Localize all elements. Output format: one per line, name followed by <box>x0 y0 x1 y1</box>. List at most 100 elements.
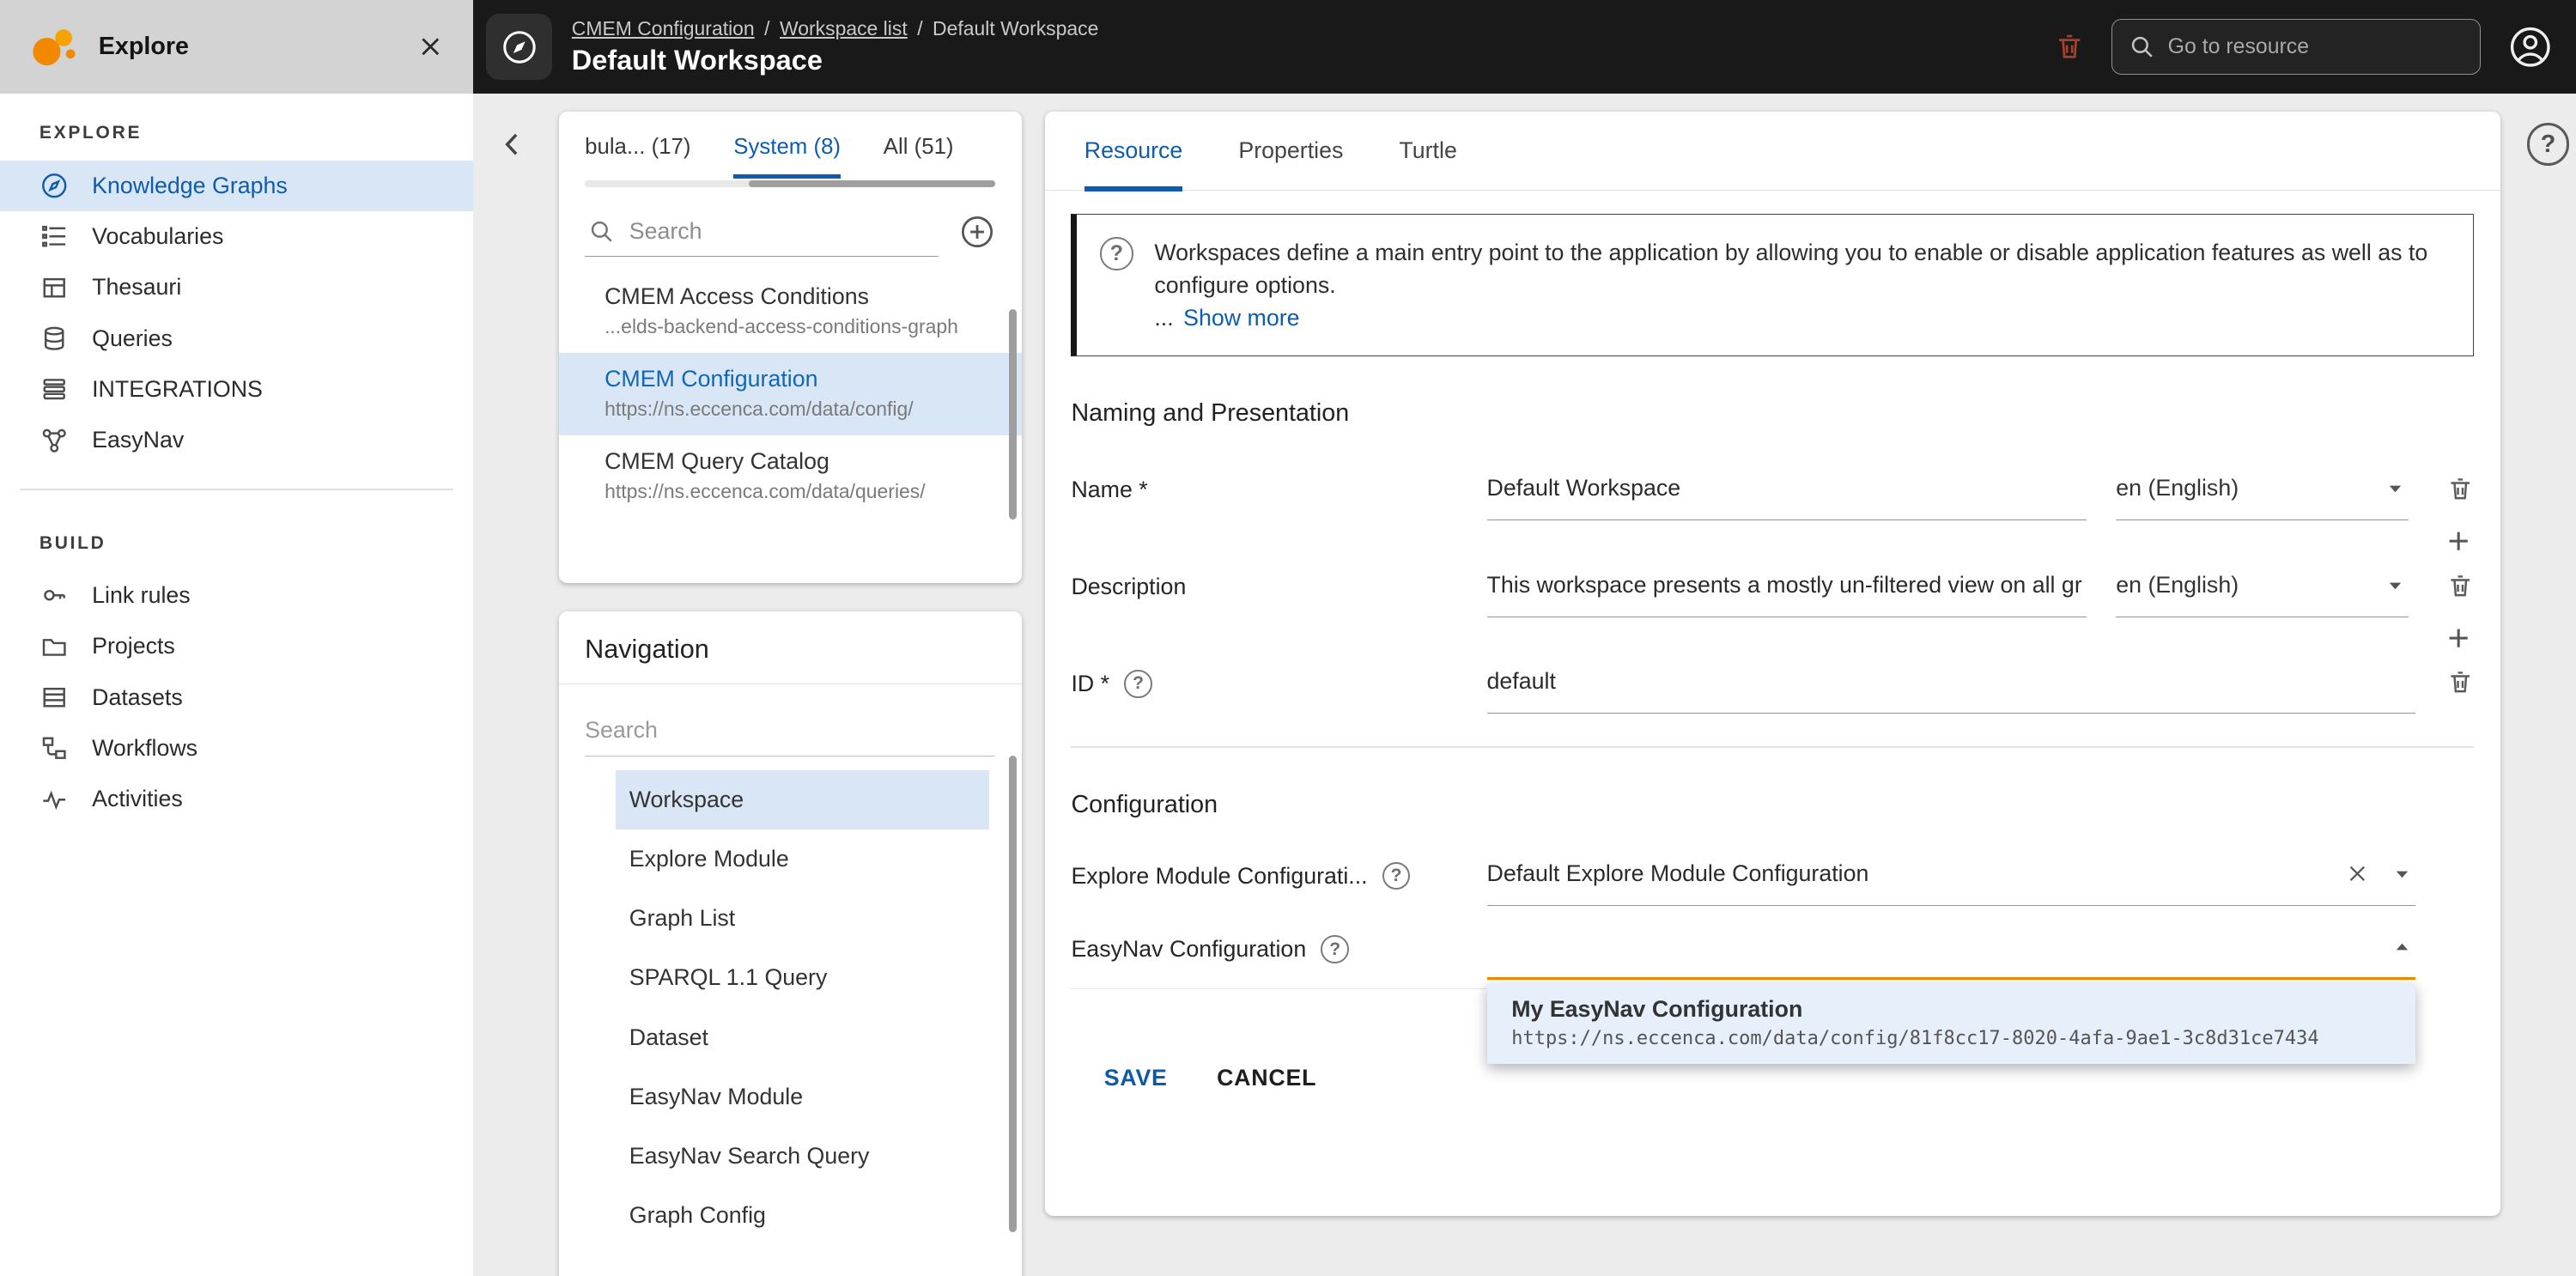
chevron-up-icon[interactable] <box>2392 938 2412 957</box>
list-item[interactable]: CMEM Query Catalog https://ns.eccenca.co… <box>559 435 1023 518</box>
dropdown-option-my-easynav-configuration[interactable]: My EasyNav Configuration https://ns.ecce… <box>1486 982 2415 1065</box>
navigation-list: Workspace Explore Module Graph List SPAR… <box>616 769 989 1246</box>
easynav-help-icon[interactable]: ? <box>1321 935 1349 963</box>
graph-title: CMEM Configuration <box>605 366 818 392</box>
chevron-down-icon[interactable] <box>2392 864 2412 884</box>
list-item[interactable]: CMEM Access Conditions ...elds-backend-a… <box>559 270 1023 353</box>
field-row-id: ID * ? default <box>1071 653 2474 714</box>
explore-module-help-icon[interactable]: ? <box>1382 861 1411 890</box>
user-account-icon[interactable] <box>2507 24 2554 70</box>
graph-title: CMEM Access Conditions <box>605 283 869 309</box>
sidebar-item-easynav[interactable]: EasyNav <box>0 415 473 465</box>
help-icon: ? <box>1100 237 1133 270</box>
sidebar-item-queries[interactable]: Queries <box>0 313 473 364</box>
sidebar-item-label: Projects <box>92 633 175 659</box>
info-text: Workspaces define a main entry point to … <box>1154 239 2428 298</box>
info-box: ? Workspaces define a main entry point t… <box>1071 213 2475 357</box>
nav-item-easynav-search-query[interactable]: EasyNav Search Query <box>616 1127 988 1186</box>
id-value: default <box>1486 668 1556 695</box>
easynav-icon <box>39 426 69 455</box>
page-title: Default Workspace <box>571 45 823 76</box>
tabs-horizontal-scrollbar[interactable] <box>585 179 996 187</box>
description-language-select[interactable]: en (English) <box>2116 557 2409 617</box>
tab-all[interactable]: All (51) <box>884 135 954 179</box>
nav-item-graph-list[interactable]: Graph List <box>616 889 988 948</box>
tab-system[interactable]: System (8) <box>733 135 841 179</box>
sidebar-item-projects[interactable]: Projects <box>0 621 473 671</box>
navigation-search-input[interactable] <box>585 716 996 744</box>
navigation-search <box>585 704 996 757</box>
show-more-link[interactable]: Show more <box>1183 305 1299 331</box>
brand-title: Explore <box>98 33 190 61</box>
save-button[interactable]: SAVE <box>1104 1065 1168 1091</box>
breadcrumb-link-workspace-list[interactable]: Workspace list <box>780 17 908 40</box>
name-input[interactable]: Default Workspace <box>1486 460 2087 521</box>
explore-module-config-label: Explore Module Configurati... <box>1071 862 1368 889</box>
vertical-scrollbar[interactable] <box>1008 308 1018 520</box>
id-help-icon[interactable]: ? <box>1124 669 1152 698</box>
sidebar-item-thesauri[interactable]: Thesauri <box>0 262 473 313</box>
nav-item-graph-config[interactable]: Graph Config <box>616 1186 988 1245</box>
delete-id-icon[interactable] <box>2446 668 2475 696</box>
graph-uri: ...elds-backend-access-conditions-graph <box>605 314 958 337</box>
sidebar-item-integrations[interactable]: INTEGRATIONS <box>0 364 473 415</box>
breadcrumb-separator: / <box>917 16 923 39</box>
sidebar-item-label: EasyNav <box>92 427 185 453</box>
scrollbar-thumb[interactable] <box>749 179 996 187</box>
sidebar-item-workflows[interactable]: Workflows <box>0 723 473 774</box>
graphs-tabs: bula... (17) System (8) All (51) <box>559 112 1023 179</box>
description-input[interactable]: This workspace presents a mostly un-filt… <box>1486 557 2087 617</box>
cancel-button[interactable]: CANCEL <box>1217 1065 1316 1091</box>
explore-module-config-value: Default Explore Module Configuration <box>1486 860 1869 886</box>
breadcrumb-link-cmem-configuration[interactable]: CMEM Configuration <box>572 17 755 40</box>
id-label: ID * <box>1071 670 1110 696</box>
clear-icon[interactable] <box>2346 862 2369 885</box>
content-area: bula... (17) System (8) All (51) Search … <box>473 94 2576 1276</box>
list-item[interactable]: CMEM Configuration https://ns.eccenca.co… <box>558 352 1023 436</box>
sidebar-item-link-rules[interactable]: Link rules <box>0 570 473 621</box>
add-graph-icon[interactable] <box>959 214 995 250</box>
tab-turtle[interactable]: Turtle <box>1399 112 1456 190</box>
search-icon <box>588 218 615 245</box>
collapse-panel-icon[interactable] <box>493 125 532 164</box>
page-help-icon[interactable]: ? <box>2526 123 2570 167</box>
projects-icon <box>39 632 69 661</box>
easynav-config-select[interactable] <box>1486 919 2415 980</box>
field-row-description: Description This workspace presents a mo… <box>1071 557 2474 617</box>
tab-properties[interactable]: Properties <box>1238 112 1343 190</box>
nav-item-workspace[interactable]: Workspace <box>616 769 989 829</box>
explore-compass-icon[interactable] <box>486 14 552 80</box>
vertical-scrollbar[interactable] <box>1008 756 1018 1232</box>
sidebar-item-datasets[interactable]: Datasets <box>0 672 473 723</box>
delete-description-icon[interactable] <box>2446 572 2475 600</box>
nav-item-explore-module[interactable]: Explore Module <box>616 829 988 889</box>
eccenca-logo-icon <box>27 24 79 70</box>
close-icon[interactable] <box>417 33 444 60</box>
sidebar-item-knowledge-graphs[interactable]: Knowledge Graphs <box>0 160 474 211</box>
nav-item-sparql-query[interactable]: SPARQL 1.1 Query <box>616 948 988 1007</box>
workflows-icon <box>39 733 69 763</box>
graph-title: CMEM Query Catalog <box>605 448 829 475</box>
explore-module-config-select[interactable]: Default Explore Module Configuration <box>1486 846 2415 906</box>
section-divider <box>1071 746 2475 749</box>
add-name-icon[interactable] <box>2443 526 2474 556</box>
sidebar-item-vocabularies[interactable]: Vocabularies <box>0 211 473 262</box>
delete-resource-icon[interactable] <box>2054 31 2085 62</box>
add-description-icon[interactable] <box>2443 623 2474 653</box>
datasets-icon <box>39 683 69 712</box>
tab-vocabularies[interactable]: bula... (17) <box>585 135 690 179</box>
graphs-search-input[interactable] <box>629 217 935 245</box>
id-input[interactable]: default <box>1486 653 2415 714</box>
breadcrumb-separator: / <box>764 16 770 39</box>
graph-uri: https://ns.eccenca.com/data/config/ <box>605 397 914 420</box>
sidebar-item-label: Vocabularies <box>92 223 224 250</box>
sidebar-item-activities[interactable]: Activities <box>0 774 473 824</box>
tab-resource[interactable]: Resource <box>1084 112 1182 192</box>
nav-item-dataset[interactable]: Dataset <box>616 1008 988 1067</box>
name-language-select[interactable]: en (English) <box>2116 460 2409 521</box>
sidebar-item-label: Activities <box>92 786 183 812</box>
global-search-input[interactable] <box>2167 34 2464 60</box>
nav-item-easynav-module[interactable]: EasyNav Module <box>616 1067 988 1127</box>
delete-name-icon[interactable] <box>2446 475 2475 503</box>
topbar: CMEM Configuration / Workspace list / De… <box>473 0 2576 94</box>
